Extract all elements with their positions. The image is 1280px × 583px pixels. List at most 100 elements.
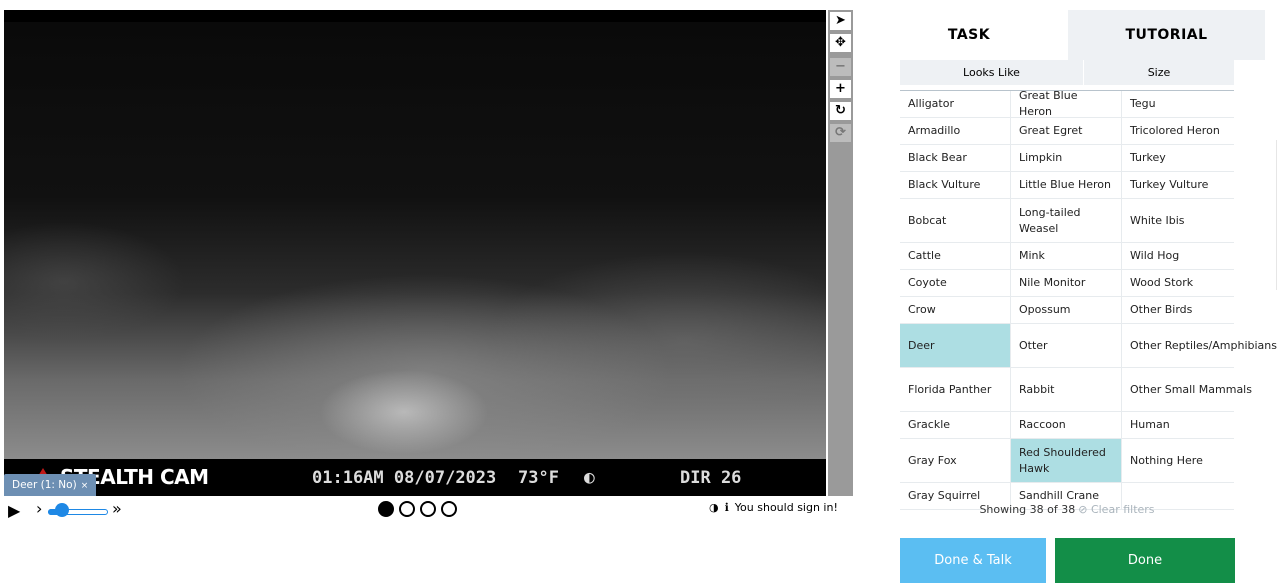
choice-row: Bobcat Long-tailed Weasel White Ibis: [900, 199, 1234, 243]
playback-controls: ▶ › » ◑ ℹ You should sign in!: [0, 498, 870, 522]
choice-white-ibis[interactable]: White Ibis: [1122, 199, 1234, 242]
choice-other-birds[interactable]: Other Birds: [1122, 297, 1234, 323]
close-icon[interactable]: ×: [81, 481, 89, 491]
annotation-tag[interactable]: Deer (1: No) ×: [4, 474, 97, 496]
choice-tricolored-heron[interactable]: Tricolored Heron: [1122, 118, 1234, 144]
choice-row: Black Bear Limpkin Turkey: [900, 145, 1234, 172]
frame-dot[interactable]: [441, 501, 457, 517]
done-button[interactable]: Done: [1055, 538, 1235, 583]
choice-rabbit[interactable]: Rabbit: [1011, 368, 1122, 411]
contrast-icon[interactable]: ◑: [709, 501, 719, 514]
choice-alligator[interactable]: Alligator: [900, 91, 1011, 117]
choice-grid: Alligator Great Blue Heron Tegu Armadillo Gr…: [900, 89, 1277, 510]
frame-dot[interactable]: [420, 501, 436, 517]
choice-deer[interactable]: Deer: [900, 324, 1011, 367]
reset-view-button[interactable]: ⟳: [830, 124, 851, 142]
choice-raccoon[interactable]: Raccoon: [1011, 412, 1122, 438]
choice-long-tailed-weasel[interactable]: Long-tailed Weasel: [1011, 199, 1122, 242]
choice-row: Coyote Nile Monitor Wood Stork: [900, 270, 1234, 297]
choice-human[interactable]: Human: [1122, 412, 1234, 438]
frame-selector: [378, 501, 457, 517]
zoom-out-button[interactable]: −: [830, 58, 851, 76]
choice-row: Black Vulture Little Blue Heron Turkey Vul…: [900, 172, 1234, 199]
choice-wood-stork[interactable]: Wood Stork: [1122, 270, 1234, 296]
filter-size[interactable]: Size: [1084, 60, 1234, 85]
frame-dot[interactable]: [399, 501, 415, 517]
choice-florida-panther[interactable]: Florida Panther: [900, 368, 1011, 411]
choice-turkey-vulture[interactable]: Turkey Vulture: [1122, 172, 1234, 198]
classifier-panel: TASK TUTORIAL Looks Like Size Alligator G…: [870, 10, 1277, 583]
choice-turkey[interactable]: Turkey: [1122, 145, 1234, 171]
annotation-tag-label: Deer (1: No): [12, 479, 77, 491]
choice-coyote[interactable]: Coyote: [900, 270, 1011, 296]
zoom-in-button[interactable]: +: [830, 80, 851, 98]
move-tool-button[interactable]: ✥: [830, 34, 851, 52]
choice-little-blue-heron[interactable]: Little Blue Heron: [1011, 172, 1122, 198]
faster-icon[interactable]: »: [112, 499, 122, 518]
choice-row: Gray Fox Red Shouldered Hawk Nothing Here: [900, 439, 1234, 483]
choice-crow[interactable]: Crow: [900, 297, 1011, 323]
choice-row: Armadillo Great Egret Tricolored Heron: [900, 118, 1234, 145]
showing-count: Showing 38 of 38 ⊘ Clear filters: [900, 503, 1234, 516]
done-and-talk-button[interactable]: Done & Talk: [900, 538, 1046, 583]
filter-looks-like[interactable]: Looks Like: [900, 60, 1084, 85]
clear-filters-link[interactable]: ⊘ Clear filters: [1078, 503, 1154, 516]
choice-row: Crow Opossum Other Birds: [900, 297, 1234, 324]
camera-direction-text: DIR 26: [680, 468, 742, 488]
choice-tegu[interactable]: Tegu: [1122, 91, 1234, 117]
moon-phase-icon: ◐: [584, 467, 595, 488]
frame-dot[interactable]: [378, 501, 394, 517]
choice-black-bear[interactable]: Black Bear: [900, 145, 1011, 171]
camera-trap-image[interactable]: STEALTH CAM 01:16AM 08/07/2023 73°F ◐ DI…: [4, 10, 826, 496]
choice-red-shouldered-hawk[interactable]: Red Shouldered Hawk: [1011, 439, 1122, 482]
choice-row: Florida Panther Rabbit Other Small Mammals: [900, 368, 1252, 412]
reset-icon: ⟳: [835, 125, 846, 140]
rotate-icon: ↻: [835, 103, 846, 118]
slower-icon[interactable]: ›: [36, 499, 42, 518]
pointer-tool-button[interactable]: ➤: [830, 12, 851, 30]
choice-limpkin[interactable]: Limpkin: [1011, 145, 1122, 171]
signin-text: You should sign in!: [734, 501, 838, 514]
signin-notice: ◑ ℹ You should sign in!: [709, 501, 838, 514]
night-forest-scene: [4, 22, 826, 459]
choice-great-egret[interactable]: Great Egret: [1011, 118, 1122, 144]
subject-viewer: STEALTH CAM 01:16AM 08/07/2023 73°F ◐ DI…: [0, 0, 870, 583]
plus-icon: +: [835, 81, 846, 96]
choice-nile-monitor[interactable]: Nile Monitor: [1011, 270, 1122, 296]
camera-info-banner: STEALTH CAM 01:16AM 08/07/2023 73°F ◐ DI…: [4, 459, 826, 496]
tab-tutorial[interactable]: TUTORIAL: [1068, 10, 1265, 60]
choice-grackle[interactable]: Grackle: [900, 412, 1011, 438]
choice-otter[interactable]: Otter: [1011, 324, 1122, 367]
info-icon[interactable]: ℹ: [725, 501, 729, 514]
choice-other-reptiles-amphibians[interactable]: Other Reptiles/Amphibians: [1122, 324, 1277, 367]
choice-other-small-mammals[interactable]: Other Small Mammals: [1122, 368, 1252, 411]
choice-black-vulture[interactable]: Black Vulture: [900, 172, 1011, 198]
playback-rate-thumb[interactable]: [55, 503, 69, 517]
minus-icon: −: [835, 59, 846, 74]
task-area: Looks Like Size Alligator Great Blue Hero…: [870, 60, 1277, 583]
choice-row: Deer Otter Other Reptiles/Amphibians: [900, 324, 1277, 368]
move-icon: ✥: [835, 35, 846, 50]
temperature-text: 73°F: [518, 468, 559, 488]
choice-cattle[interactable]: Cattle: [900, 243, 1011, 269]
pointer-icon: ➤: [835, 13, 846, 28]
play-icon[interactable]: ▶: [8, 501, 20, 520]
choice-row: Grackle Raccoon Human: [900, 412, 1234, 439]
choice-great-blue-heron[interactable]: Great Blue Heron: [1011, 89, 1122, 118]
choice-nothing-here[interactable]: Nothing Here: [1122, 439, 1234, 482]
choice-row: Alligator Great Blue Heron Tegu: [900, 89, 1234, 118]
tab-task[interactable]: TASK: [870, 10, 1068, 60]
choice-bobcat[interactable]: Bobcat: [900, 199, 1011, 242]
panel-tabs: TASK TUTORIAL: [870, 10, 1265, 60]
timestamp-text: 01:16AM 08/07/2023: [312, 468, 497, 488]
choice-mink[interactable]: Mink: [1011, 243, 1122, 269]
page-edge-divider: [1276, 140, 1280, 290]
choice-wild-hog[interactable]: Wild Hog: [1122, 243, 1234, 269]
choice-gray-fox[interactable]: Gray Fox: [900, 439, 1011, 482]
showing-text: Showing 38 of 38: [979, 503, 1076, 516]
rotate-button[interactable]: ↻: [830, 102, 851, 120]
choice-armadillo[interactable]: Armadillo: [900, 118, 1011, 144]
choice-row: Cattle Mink Wild Hog: [900, 243, 1234, 270]
choice-opossum[interactable]: Opossum: [1011, 297, 1122, 323]
image-toolbar: ➤ ✥ − + ↻ ⟳: [828, 10, 853, 496]
